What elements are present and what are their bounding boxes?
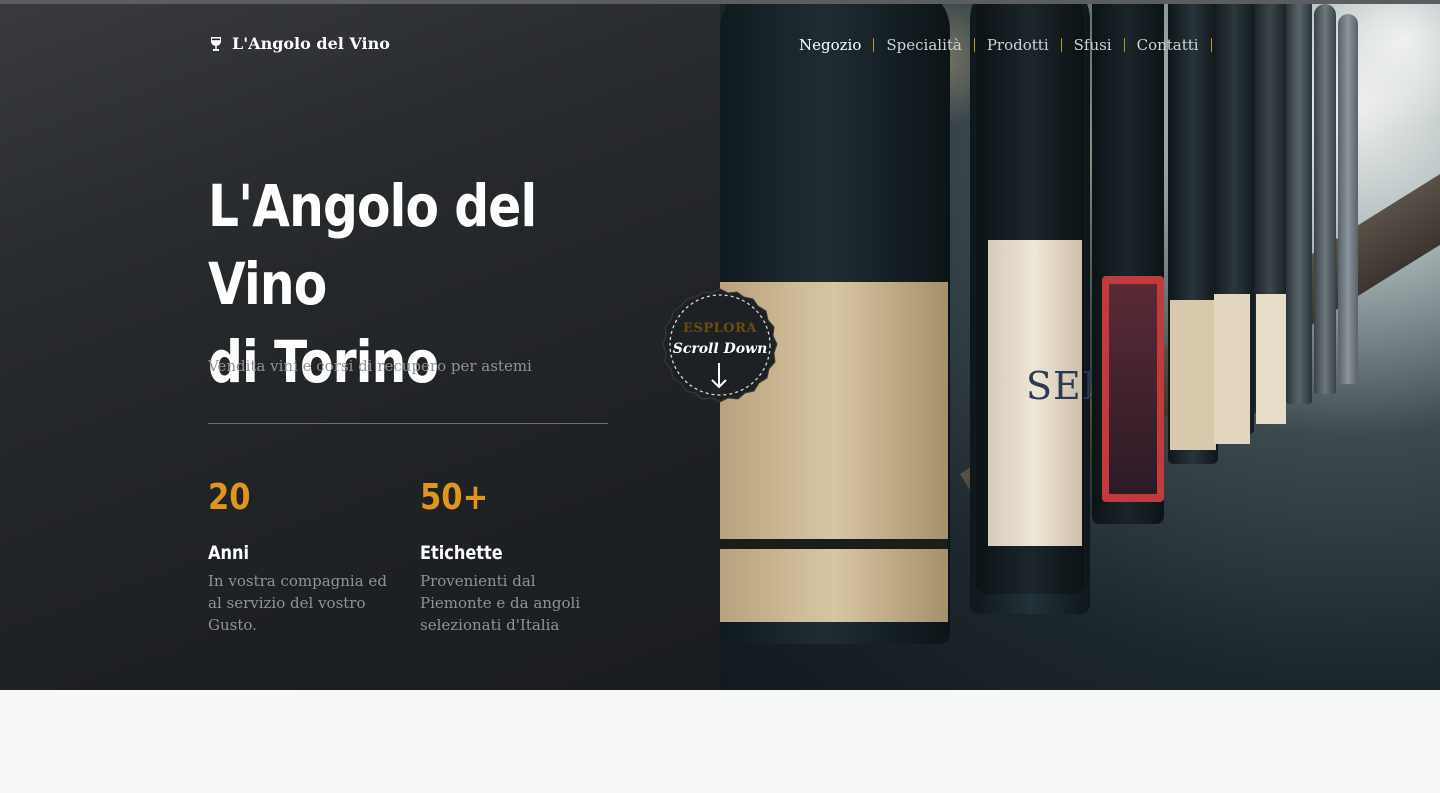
- badge-top-text: ESPLORA: [683, 321, 757, 336]
- bottle-10: [1338, 14, 1358, 384]
- wine-glass-icon: [211, 36, 221, 51]
- brand-name: L'Angolo del Vino: [232, 34, 390, 53]
- title-line-1: L'Angolo del Vino: [208, 172, 537, 318]
- wine-bottles-photo: SENS: [720, 4, 1440, 690]
- stat-label: Etichette: [420, 542, 503, 564]
- bottle-8: [1286, 4, 1312, 404]
- stat-number: 50+: [420, 477, 489, 518]
- bottle-6-label: [1214, 294, 1250, 444]
- brand-logo[interactable]: L'Angolo del Vino: [208, 34, 390, 53]
- bottle-7-label: [1256, 294, 1286, 424]
- bottle-4-label-inner: [1109, 284, 1157, 494]
- divider: [208, 423, 608, 424]
- stat-number: 20: [208, 477, 251, 518]
- stat-description: Provenienti dal Piemonte e da angoli sel…: [420, 572, 581, 634]
- main-nav: Negozio Specialità Prodotti Sfusi Contat…: [799, 38, 1212, 53]
- nav-separator: [1210, 38, 1212, 52]
- stat-label: Anni: [208, 542, 250, 564]
- stat-labels: 50+ Etichette Provenienti dal Piemonte e…: [420, 478, 610, 636]
- bottle-1-band: [720, 539, 948, 549]
- page-subtitle: Vendita vini e corsi di recupero per ast…: [208, 357, 532, 375]
- nav-item-prodotti[interactable]: Prodotti: [973, 38, 1061, 53]
- nav-item-contatti[interactable]: Contatti: [1123, 38, 1211, 53]
- hero-section: SENS L'Angolo del Vino Negozio Specialit…: [0, 4, 1440, 690]
- bottle-5-label: [1170, 300, 1216, 450]
- nav-item-specialita[interactable]: Specialità: [873, 38, 973, 53]
- arrow-down-icon: [711, 363, 727, 389]
- nav-item-negozio[interactable]: Negozio: [799, 38, 873, 53]
- bottle-9: [1314, 4, 1336, 394]
- nav-item-sfusi[interactable]: Sfusi: [1060, 38, 1124, 53]
- scroll-down-badge[interactable]: ESPLORA Scroll Down: [660, 287, 780, 403]
- stat-description: In vostra compagnia ed al servizio del v…: [208, 572, 387, 634]
- badge-main-text: Scroll Down: [672, 341, 768, 357]
- stat-years: 20 Anni In vostra compagnia ed al serviz…: [208, 478, 398, 636]
